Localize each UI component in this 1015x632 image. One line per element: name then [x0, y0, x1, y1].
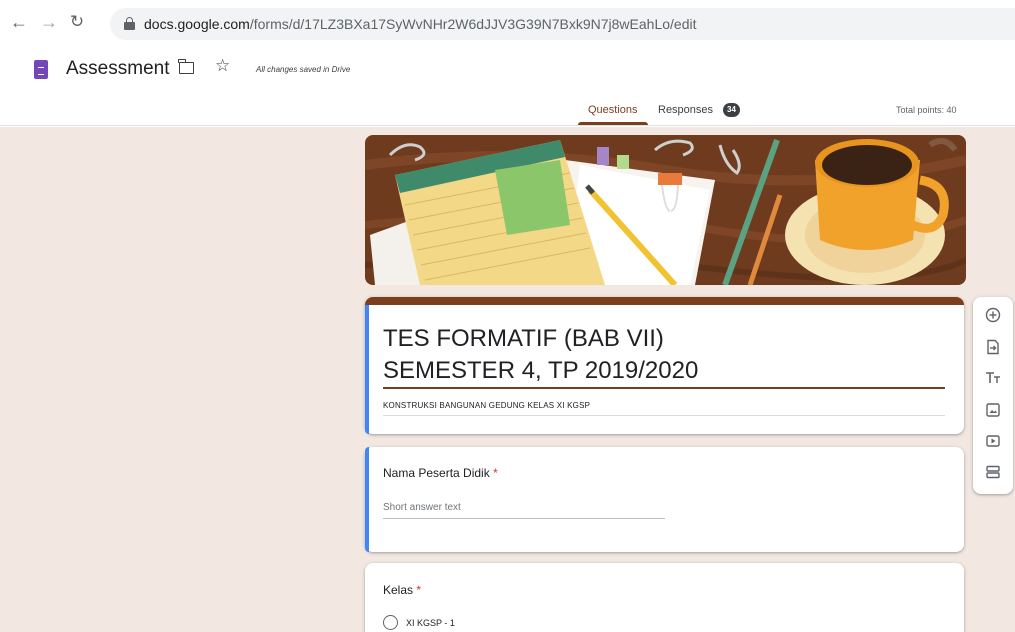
form-title-card[interactable]: TES FORMATIF (BAB VII) SEMESTER 4, TP 20…: [365, 297, 964, 434]
question-title-text: Kelas: [383, 583, 414, 597]
radio-option[interactable]: XI KGSP - 1: [383, 615, 455, 630]
add-section-icon[interactable]: [983, 462, 1003, 482]
star-icon[interactable]: ☆: [215, 56, 230, 76]
document-title[interactable]: Assessment: [66, 58, 169, 80]
add-title-icon[interactable]: [983, 368, 1003, 388]
import-questions-icon[interactable]: [983, 337, 1003, 357]
question-card[interactable]: Kelas * XI KGSP - 1: [365, 563, 964, 632]
active-tab-indicator: [578, 122, 648, 125]
total-points: Total points: 40: [896, 105, 957, 115]
title-underline: [383, 387, 945, 389]
question-card[interactable]: Nama Peserta Didik * Short answer text: [365, 447, 964, 552]
radio-option-label: XI KGSP - 1: [406, 617, 455, 628]
question-title-text: Nama Peserta Didik: [383, 466, 490, 480]
description-underline: [383, 415, 945, 416]
add-video-icon[interactable]: [983, 431, 1003, 451]
address-bar[interactable]: docs.google.com/forms/d/17LZ3BXa17SyWvNH…: [110, 8, 1015, 40]
save-status: All changes saved in Drive: [256, 65, 351, 74]
form-canvas: TES FORMATIF (BAB VII) SEMESTER 4, TP 20…: [0, 127, 1015, 632]
forms-header: Assessment ☆ All changes saved in Drive …: [0, 46, 1015, 126]
form-title[interactable]: TES FORMATIF (BAB VII) SEMESTER 4, TP 20…: [383, 323, 953, 387]
question-accent-bar: [365, 447, 369, 552]
question-title: Kelas *: [383, 583, 421, 597]
form-title-line-2: SEMESTER 4, TP 2019/2020: [383, 357, 699, 384]
add-question-icon[interactable]: [983, 305, 1003, 325]
url-path: /forms/d/17LZ3BXa17SyWvNHr2W6dJJV3G39N7B…: [249, 16, 697, 32]
folder-icon[interactable]: [178, 59, 194, 74]
short-answer-line: [383, 518, 665, 519]
browser-toolbar: ← → ↻ docs.google.com/forms/d/17LZ3BXa17…: [0, 0, 1015, 46]
lock-icon: [124, 17, 135, 30]
tab-responses[interactable]: Responses: [658, 104, 713, 116]
active-card-indicator: [365, 305, 369, 434]
add-image-icon[interactable]: [983, 400, 1003, 420]
required-asterisk: *: [493, 466, 498, 480]
reload-icon[interactable]: ↻: [66, 11, 88, 33]
required-asterisk: *: [416, 583, 422, 597]
short-answer-placeholder: Short answer text: [383, 502, 461, 513]
forward-arrow-icon[interactable]: →: [38, 11, 60, 33]
form-title-line-1: TES FORMATIF (BAB VII): [383, 325, 664, 352]
responses-count-badge: 34: [723, 103, 740, 117]
url-text[interactable]: docs.google.com/forms/d/17LZ3BXa17SyWvNH…: [144, 16, 697, 32]
google-forms-logo-icon[interactable]: [34, 60, 48, 79]
back-arrow-icon[interactable]: ←: [8, 11, 30, 33]
question-title: Nama Peserta Didik *: [383, 466, 498, 480]
radio-button[interactable]: [383, 615, 398, 630]
header-banner-image: [365, 135, 966, 285]
question-toolbar: [973, 297, 1013, 494]
tab-questions[interactable]: Questions: [588, 104, 638, 116]
form-description[interactable]: KONSTRUKSI BANGUNAN GEDUNG KELAS XI KGSP: [383, 401, 590, 410]
url-domain: docs.google.com: [144, 16, 250, 32]
